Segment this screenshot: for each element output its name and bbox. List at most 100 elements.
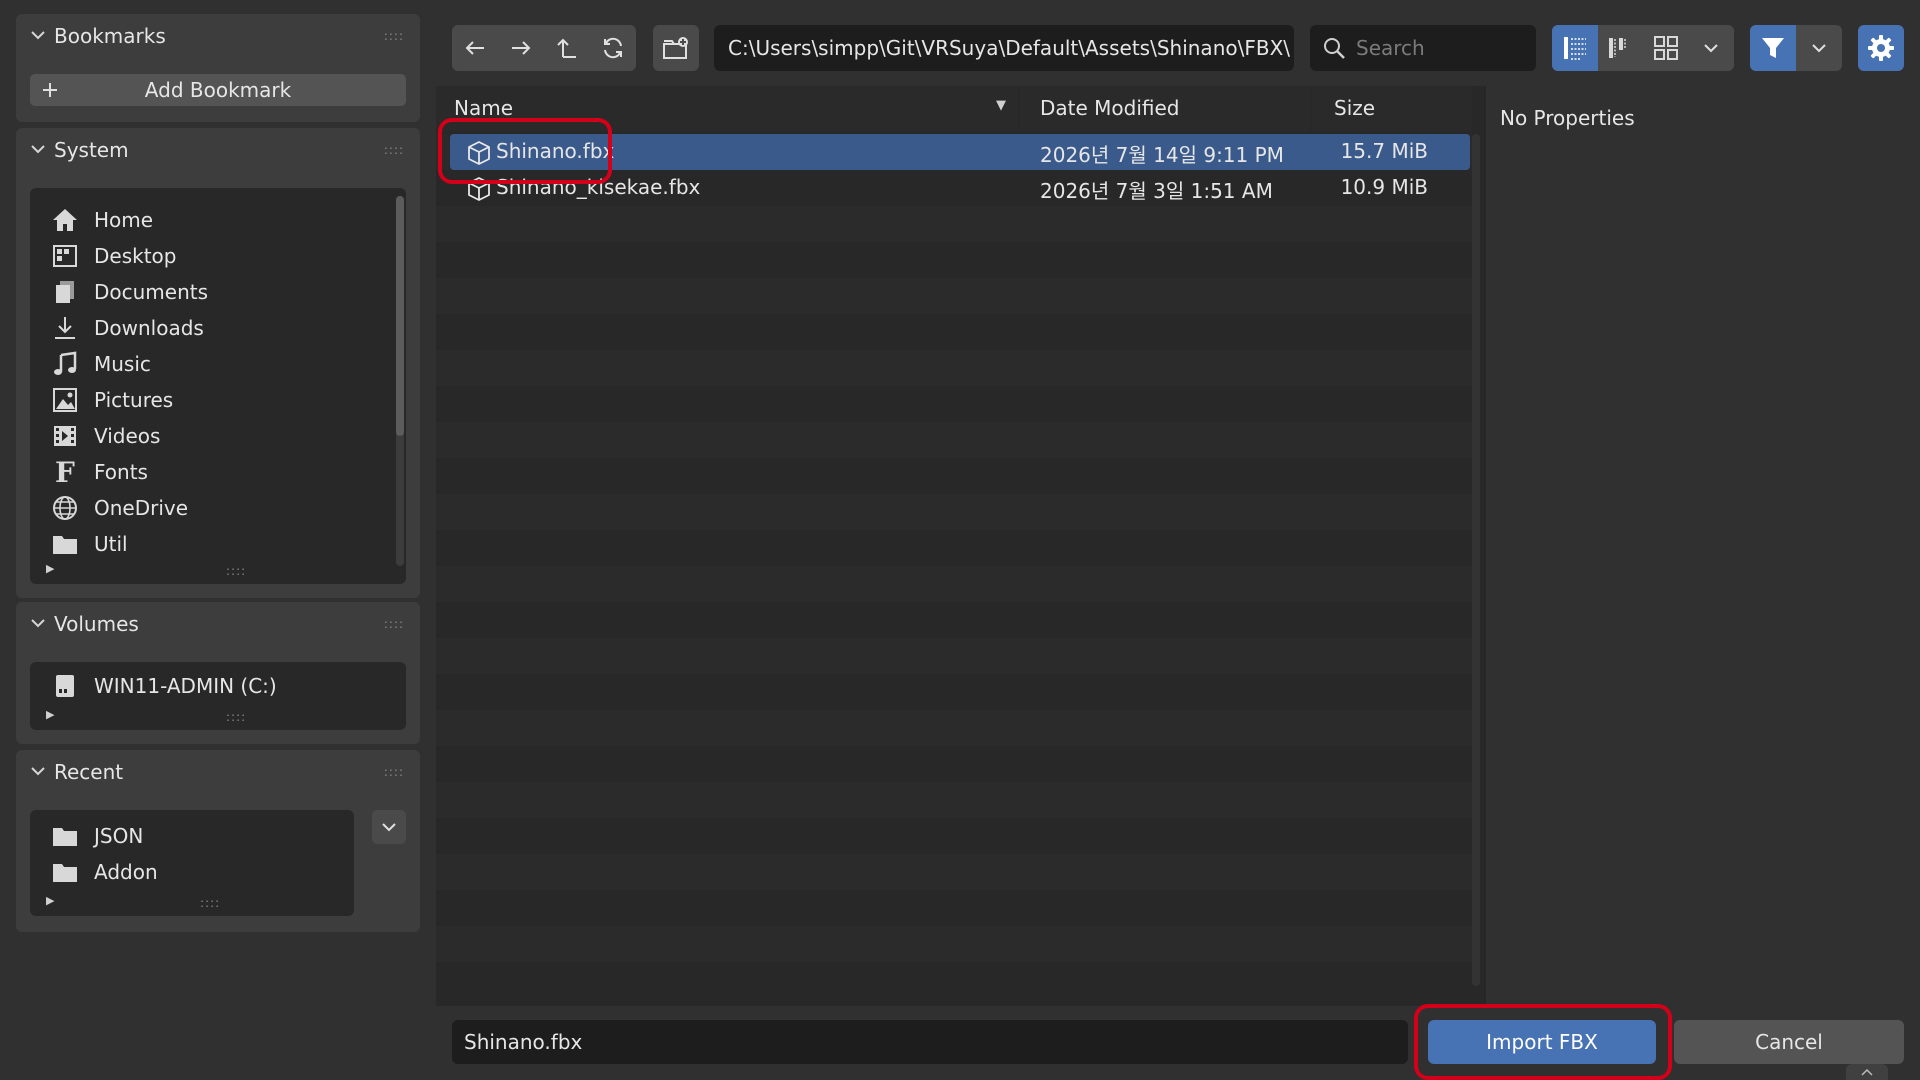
- directory-path-field[interactable]: C:\Users\simpp\Git\VRSuya\Default\Assets…: [714, 25, 1294, 71]
- row-stripe: [436, 386, 1472, 422]
- recent-item-json[interactable]: JSON: [30, 818, 340, 854]
- back-button[interactable]: [452, 25, 498, 71]
- row-stripe: [436, 242, 1472, 278]
- resize-handle[interactable]: ::::: [226, 564, 246, 578]
- row-stripe: [436, 710, 1472, 746]
- recent-header[interactable]: Recent ::::: [16, 750, 420, 794]
- system-item-fonts[interactable]: F Fonts: [30, 454, 370, 490]
- drag-handle[interactable]: ::::: [384, 29, 404, 43]
- row-stripe: [436, 458, 1472, 494]
- recent-panel: Recent :::: JSON Addon ▶ ::::: [16, 750, 420, 932]
- parent-directory-button[interactable]: [544, 25, 590, 71]
- system-panel: System :::: Home Desktop Documents Downl…: [16, 128, 420, 598]
- system-item-label: Documents: [94, 280, 209, 304]
- system-item-music[interactable]: Music: [30, 346, 370, 382]
- column-date-label: Date Modified: [1040, 96, 1180, 120]
- videos-icon: [50, 421, 80, 451]
- bookmarks-title: Bookmarks: [54, 24, 166, 48]
- row-stripe: [436, 746, 1472, 782]
- drag-handle[interactable]: ::::: [384, 617, 404, 631]
- row-stripe: [436, 314, 1472, 350]
- row-stripe: [436, 566, 1472, 602]
- drag-handle[interactable]: ::::: [384, 143, 404, 157]
- resize-handle[interactable]: ::::: [200, 896, 220, 910]
- filter-group: [1750, 25, 1842, 71]
- row-stripe: [436, 206, 1472, 242]
- music-icon: [50, 349, 80, 379]
- sort-descending-icon[interactable]: ▼: [996, 98, 1006, 113]
- system-item-pictures[interactable]: Pictures: [30, 382, 370, 418]
- system-item-home[interactable]: Home: [30, 202, 370, 238]
- search-icon: [1324, 38, 1345, 59]
- drag-handle[interactable]: ::::: [384, 765, 404, 779]
- volumes-title: Volumes: [54, 612, 139, 636]
- row-stripe: [436, 782, 1472, 818]
- system-item-documents[interactable]: Documents: [30, 274, 370, 310]
- bookmarks-header[interactable]: Bookmarks ::::: [16, 14, 420, 58]
- column-header-date[interactable]: Date Modified: [1020, 86, 1310, 132]
- system-item-onedrive[interactable]: OneDrive: [30, 490, 370, 526]
- system-item-downloads[interactable]: Downloads: [30, 310, 370, 346]
- scrollbar[interactable]: [396, 196, 404, 566]
- file-list-scrollbar[interactable]: [1472, 134, 1480, 986]
- recent-options-button[interactable]: [372, 810, 406, 844]
- filter-options-dropdown[interactable]: [1796, 25, 1842, 71]
- gear-icon: [1868, 35, 1894, 61]
- thumbnail-button[interactable]: [1643, 25, 1689, 71]
- column-size-label: Size: [1334, 96, 1376, 120]
- search-field[interactable]: Search: [1310, 25, 1536, 71]
- row-stripe: [436, 350, 1472, 386]
- folder-icon: [50, 821, 80, 851]
- system-item-desktop[interactable]: Desktop: [30, 238, 370, 274]
- system-item-label: Util: [94, 532, 128, 556]
- horizontal-list-icon: [1609, 38, 1626, 58]
- volumes-header[interactable]: Volumes ::::: [16, 602, 420, 646]
- system-item-videos[interactable]: Videos: [30, 418, 370, 454]
- chevron-down-icon: [31, 619, 45, 628]
- no-properties-label: No Properties: [1500, 106, 1635, 130]
- arrow-right-icon: [512, 41, 531, 55]
- horizontal-list-button[interactable]: [1598, 25, 1644, 71]
- chevron-down-icon: [382, 823, 396, 832]
- column-header-size[interactable]: Size: [1312, 86, 1472, 132]
- recent-title: Recent: [54, 760, 124, 784]
- add-bookmark-button[interactable]: Add Bookmark: [30, 74, 406, 106]
- row-stripe: [436, 422, 1472, 458]
- expand-triangle-icon[interactable]: ▶: [46, 894, 54, 907]
- refresh-button[interactable]: [590, 25, 636, 71]
- directory-path-text: C:\Users\simpp\Git\VRSuya\Default\Assets…: [728, 36, 1291, 60]
- system-item-util[interactable]: Util: [30, 526, 370, 562]
- fonts-icon: F: [55, 455, 75, 489]
- folder-icon: [50, 857, 80, 887]
- system-header[interactable]: System ::::: [16, 128, 420, 172]
- resize-corner-icon[interactable]: [1846, 1064, 1888, 1080]
- expand-triangle-icon[interactable]: ▶: [46, 708, 54, 721]
- chevron-down-icon: [1704, 44, 1718, 53]
- settings-button[interactable]: [1858, 25, 1904, 71]
- volume-item-c-drive[interactable]: WIN11-ADMIN (C:): [30, 668, 390, 704]
- recent-list: JSON Addon ▶ ::::: [30, 810, 354, 916]
- filter-toggle-button[interactable]: [1750, 25, 1796, 71]
- forward-button[interactable]: [498, 25, 544, 71]
- cancel-label: Cancel: [1755, 1030, 1823, 1054]
- downloads-icon: [50, 313, 80, 343]
- scrollbar-thumb[interactable]: [396, 196, 404, 436]
- new-folder-button[interactable]: [653, 25, 699, 71]
- chevron-down-icon: [1812, 44, 1826, 53]
- system-item-label: Fonts: [94, 460, 148, 484]
- recent-item-addon[interactable]: Addon: [30, 854, 340, 890]
- filename-input[interactable]: Shinano.fbx: [452, 1020, 1408, 1064]
- display-options-dropdown[interactable]: [1689, 25, 1735, 71]
- expand-triangle-icon[interactable]: ▶: [46, 562, 54, 575]
- chevron-down-icon: [31, 767, 45, 776]
- cancel-button[interactable]: Cancel: [1674, 1020, 1904, 1064]
- system-item-label: Desktop: [94, 244, 177, 268]
- system-item-label: Downloads: [94, 316, 204, 340]
- row-stripe: [436, 890, 1472, 926]
- gear-icon-wrap: [1858, 25, 1904, 71]
- resize-handle[interactable]: ::::: [226, 710, 246, 724]
- system-list: Home Desktop Documents Downloads Music P…: [30, 188, 406, 584]
- properties-panel: No Properties: [1484, 86, 1920, 1006]
- row-stripe: [436, 674, 1472, 710]
- vertical-list-button[interactable]: [1552, 25, 1598, 71]
